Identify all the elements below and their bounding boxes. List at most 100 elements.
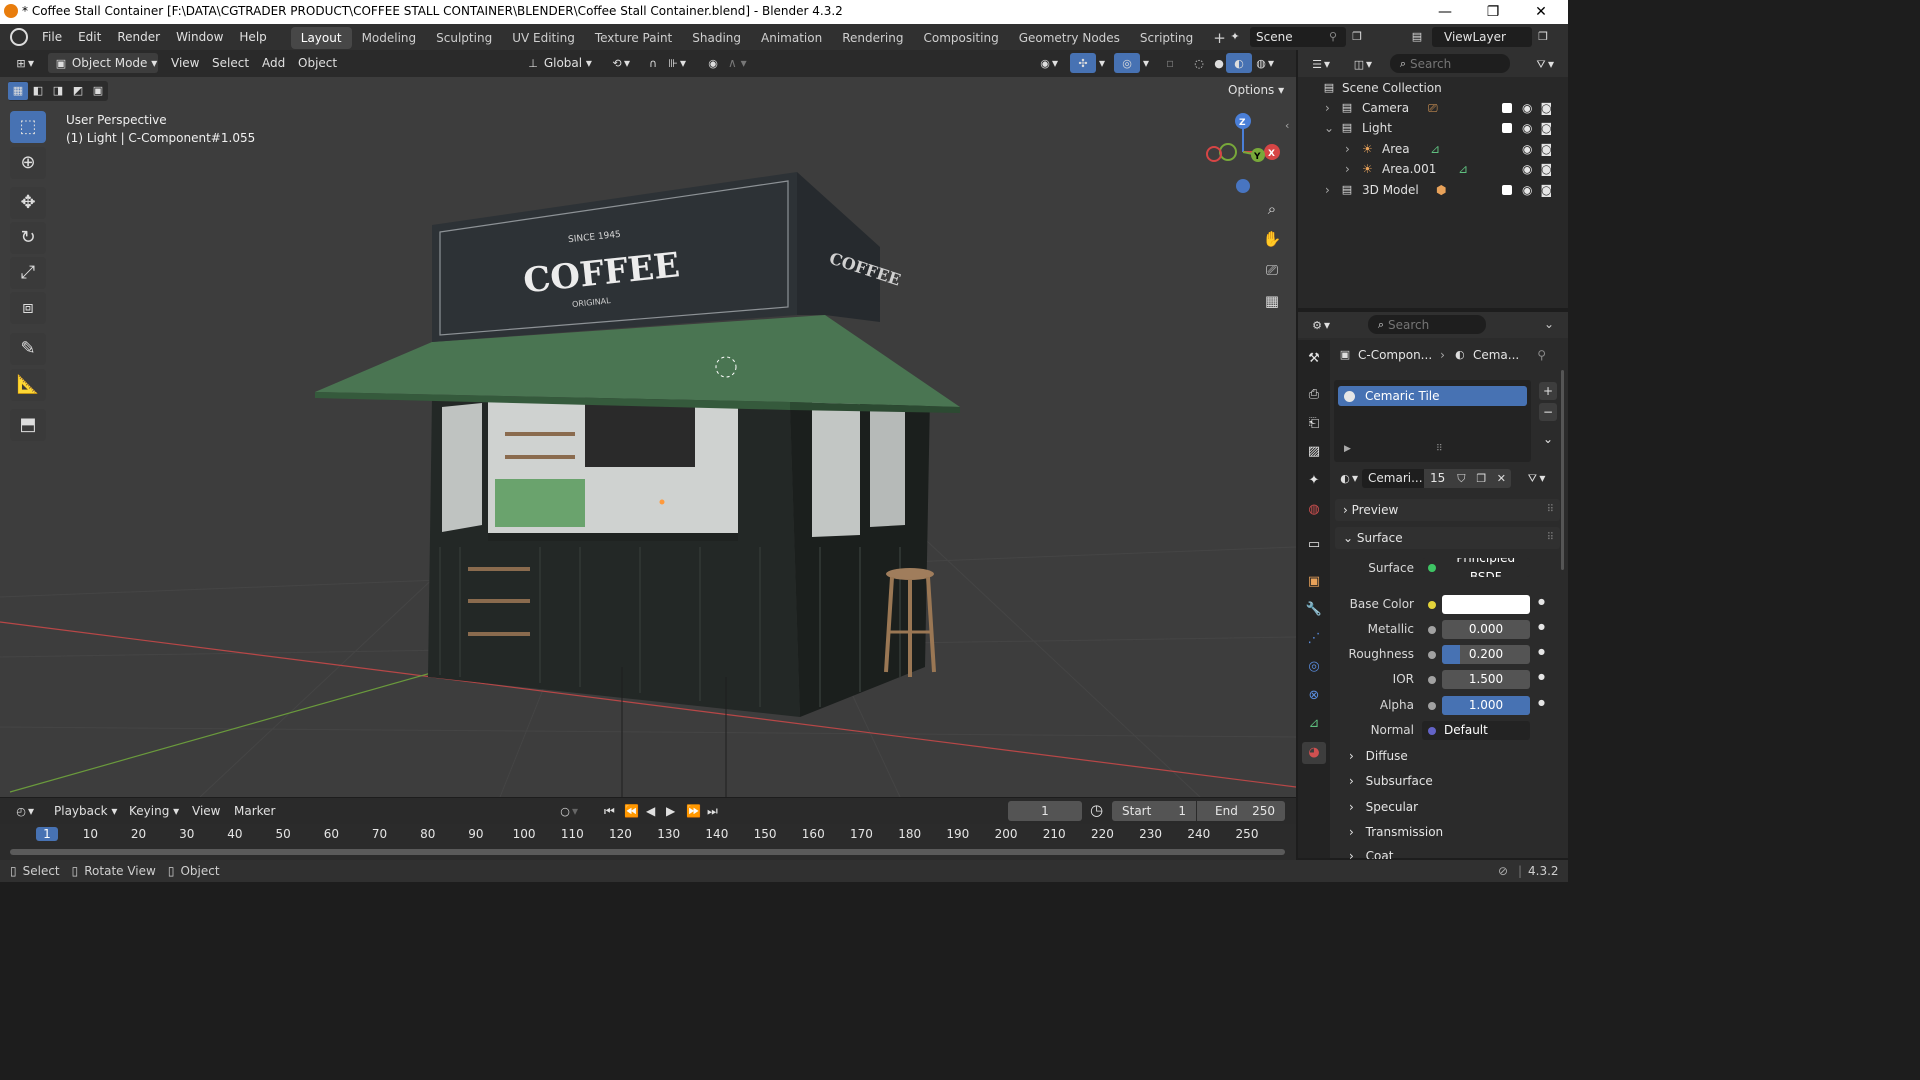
annotate-tool[interactable]: ✎ [10, 333, 46, 365]
diffuse-section[interactable]: › Diffuse [1335, 745, 1560, 767]
menu-window[interactable]: Window [168, 24, 231, 50]
browse-material-button[interactable]: ◐ ▾ [1334, 468, 1362, 488]
preview-section[interactable]: › Preview ⠿ [1335, 499, 1560, 521]
tab-scripting[interactable]: Scripting [1130, 27, 1203, 49]
tab-shading[interactable]: Shading [682, 27, 751, 49]
pan-hand-icon[interactable]: ✋ [1259, 226, 1285, 252]
object-tab-icon[interactable]: ▣ [1302, 571, 1326, 593]
expand-list-icon[interactable]: ▶ [1344, 444, 1351, 454]
select-subtract-icon[interactable]: ◨ [48, 84, 68, 98]
menu-edit[interactable]: Edit [70, 24, 109, 50]
pivot-point-button[interactable]: ⟲ ▾ [604, 53, 636, 73]
expand-icon[interactable]: › [1345, 139, 1350, 159]
specular-section[interactable]: › Specular [1335, 796, 1560, 818]
view-layer-selector[interactable]: ▤ ViewLayer ❐ [1410, 26, 1550, 48]
properties-search[interactable]: ⌕ [1368, 315, 1486, 334]
fake-user-shield-icon[interactable]: ⛉ [1451, 468, 1472, 488]
end-frame-field[interactable]: End 250 [1197, 801, 1285, 821]
add-cube-tool[interactable]: ⬒ [10, 409, 46, 441]
expand-icon[interactable]: › [1325, 180, 1330, 200]
mode-selector[interactable]: ▣ Object Mode ▾ [48, 53, 158, 73]
render-camera-icon[interactable]: ◙ [1540, 101, 1552, 115]
metallic-field[interactable]: 0.000 [1442, 620, 1530, 639]
keyframe-dot-icon[interactable]: ● [1538, 698, 1545, 707]
base-color-swatch[interactable] [1442, 595, 1530, 614]
pin-icon[interactable]: ⚲ [1326, 30, 1340, 44]
timeline-view-menu[interactable]: View [186, 801, 226, 821]
add-slot-button[interactable]: + [1539, 382, 1557, 400]
data-tab-icon[interactable]: ⊿ [1302, 713, 1326, 735]
material-name-field[interactable]: Cemari... [1362, 468, 1425, 488]
properties-search-input[interactable] [1388, 317, 1478, 332]
options-button[interactable]: Options ▾ [1222, 80, 1288, 100]
new-scene-icon[interactable]: ❐ [1350, 30, 1364, 44]
current-frame-marker[interactable]: 1 [36, 827, 58, 841]
unlink-material-icon[interactable]: ✕ [1491, 468, 1512, 488]
current-frame-field[interactable]: 1 [1008, 801, 1082, 821]
minimize-button[interactable]: — [1430, 2, 1460, 22]
eye-icon[interactable]: ◉ [1522, 121, 1532, 135]
select-intersect-icon[interactable]: ▣ [88, 84, 108, 98]
user-count[interactable]: 15 [1424, 468, 1452, 488]
gizmo-neg-y[interactable] [1219, 143, 1237, 161]
tab-layout[interactable]: Layout [290, 27, 352, 49]
remove-slot-button[interactable]: − [1539, 403, 1557, 421]
camera-view-icon[interactable]: ⎚ [1259, 257, 1285, 283]
keying-menu[interactable]: Keying ▾ [123, 801, 185, 821]
menu-help[interactable]: Help [231, 24, 274, 50]
menu-file[interactable]: File [34, 24, 70, 50]
marker-menu[interactable]: Marker [228, 801, 281, 821]
roughness-field[interactable]: 0.200 [1442, 645, 1530, 664]
subsurface-section[interactable]: › Subsurface [1335, 770, 1560, 792]
gizmo-dropdown[interactable]: ▾ [1093, 53, 1111, 73]
eye-icon[interactable]: ◉ [1522, 101, 1532, 115]
scale-tool[interactable]: ⤢ [10, 257, 46, 289]
drag-handle-icon[interactable]: ⠿ [1547, 527, 1554, 549]
render-camera-icon[interactable]: ◙ [1540, 121, 1552, 135]
tool-tab-icon[interactable]: ⚒ [1302, 348, 1326, 370]
render-camera-icon[interactable]: ◙ [1540, 183, 1552, 197]
start-frame-field[interactable]: Start 1 [1112, 801, 1196, 821]
select-extend-icon[interactable]: ◧ [28, 84, 48, 98]
coat-section[interactable]: › Coat [1335, 845, 1560, 859]
checkbox-icon[interactable] [1502, 123, 1512, 133]
surface-shader-field[interactable]: Principled BSDF [1422, 558, 1530, 577]
render-camera-icon[interactable]: ◙ [1540, 142, 1552, 156]
gizmo-neg-z[interactable] [1236, 179, 1250, 193]
select-new-icon[interactable]: ▦ [8, 82, 28, 100]
snap-target-button[interactable]: ⊪ ▾ [660, 53, 692, 73]
drag-handle-icon[interactable]: ⠿ [1547, 499, 1554, 521]
duplicate-material-icon[interactable]: ❐ [1471, 468, 1492, 488]
tab-animation[interactable]: Animation [751, 27, 832, 49]
rotate-tool[interactable]: ↻ [10, 222, 46, 254]
outliner-search[interactable]: ⌕ [1390, 54, 1510, 73]
keyframe-dot-icon[interactable]: ● [1538, 672, 1545, 681]
normal-field[interactable]: Default [1422, 721, 1530, 740]
outliner-editor-type[interactable]: ☰ ▾ [1304, 54, 1336, 74]
stopwatch-icon[interactable]: ◷ [1090, 801, 1103, 819]
orthographic-grid-icon[interactable]: ▦ [1259, 288, 1285, 314]
measure-tool[interactable]: 📐 [10, 369, 46, 401]
properties-editor-type[interactable]: ⚙ ▾ [1304, 315, 1336, 335]
keyframe-dot-icon[interactable]: ● [1538, 622, 1545, 631]
tab-sculpting[interactable]: Sculpting [426, 27, 502, 49]
tab-geometry-nodes[interactable]: Geometry Nodes [1009, 27, 1130, 49]
timeline-editor-type[interactable]: ◴ ▾ [8, 801, 40, 821]
new-view-layer-icon[interactable]: ❐ [1536, 30, 1550, 44]
blender-menu-icon[interactable] [10, 28, 28, 46]
material-filter-button[interactable]: ⛛ ▾ [1519, 468, 1551, 488]
object-menu[interactable]: Object [292, 53, 343, 73]
eye-icon[interactable]: ◉ [1522, 142, 1532, 156]
checkbox-icon[interactable] [1502, 103, 1512, 113]
tab-compositing[interactable]: Compositing [913, 27, 1008, 49]
play-reverse-button[interactable]: ◀ [640, 801, 661, 821]
ior-field[interactable]: 1.500 [1442, 670, 1530, 689]
play-button[interactable]: ▶ [660, 801, 681, 821]
output-tab-icon[interactable]: ⎗ [1302, 413, 1326, 435]
slot-specials-button[interactable]: ⌄ [1539, 430, 1557, 448]
surface-section[interactable]: ⌄ Surface ⠿ [1335, 527, 1560, 549]
properties-options-icon[interactable]: ⌄ [1544, 317, 1554, 331]
eye-icon[interactable]: ◉ [1522, 162, 1532, 176]
filter-button[interactable]: ⛛ ▾ [1528, 54, 1560, 74]
physics-tab-icon[interactable]: ◎ [1302, 656, 1326, 678]
